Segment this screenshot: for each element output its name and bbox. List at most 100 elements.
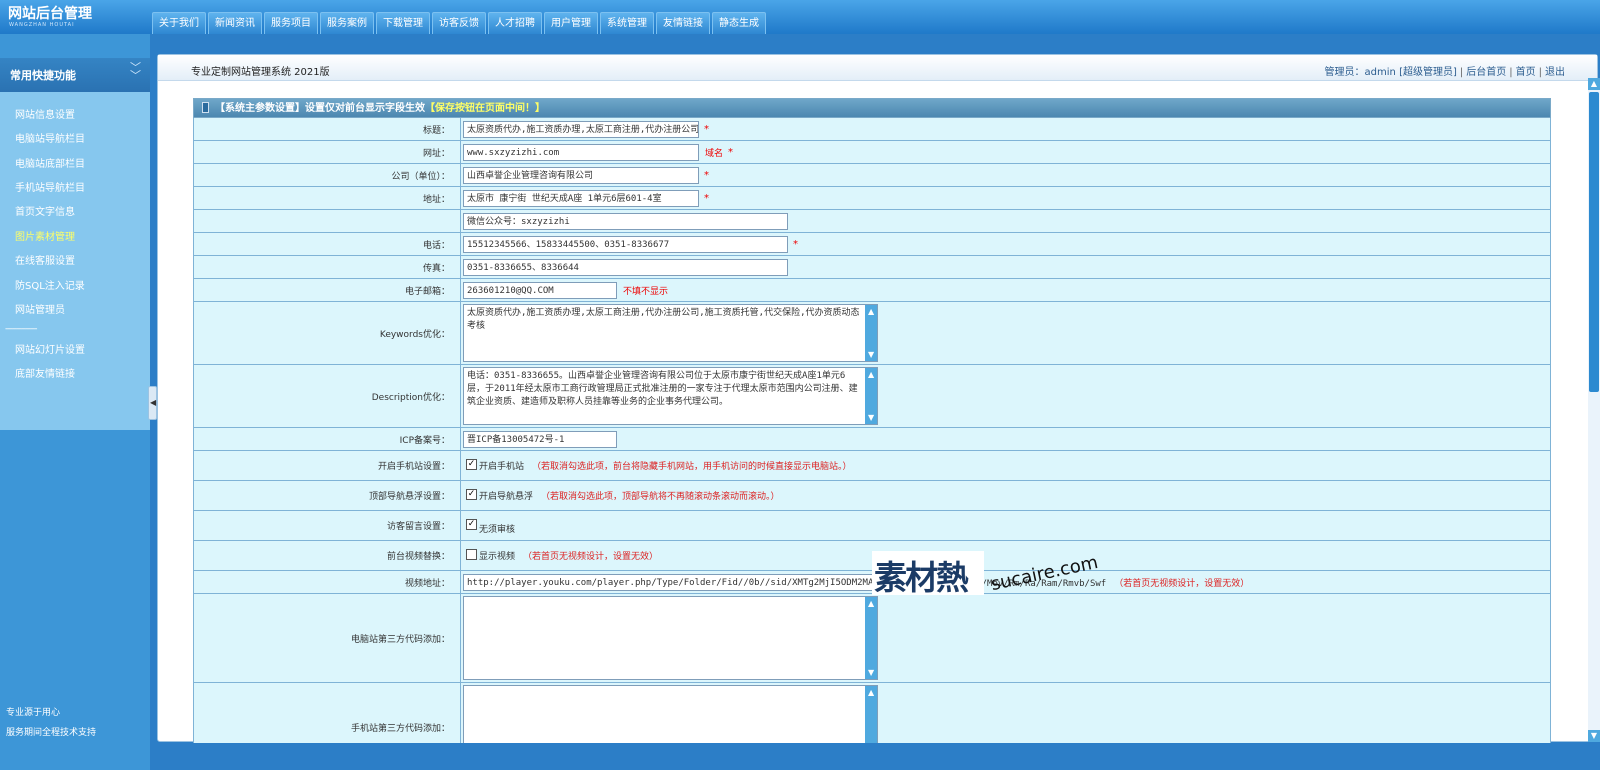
guestbook-checkbox[interactable]: ✓ <box>466 519 477 530</box>
sidebar-menu: 网站信息设置 电脑站导航栏目 电脑站底部栏目 手机站导航栏目 首页文字信息 图片… <box>0 92 150 430</box>
scroll-up-icon[interactable]: ▲ <box>1588 78 1600 90</box>
row-keywords: Keywords优化： 太原资质代办,施工资质办理,太原工商注册,代办注册公司,… <box>194 302 1550 365</box>
system-title: 专业定制网站管理系统 2021版 <box>191 67 330 78</box>
description-textarea[interactable]: 电话：0351-8336655。山西卓誉企业管理咨询有限公司位于太原市康宁街世纪… <box>464 368 865 424</box>
url-hint: 域名 <box>705 148 724 159</box>
scroll-down-icon[interactable]: ▼ <box>868 413 874 422</box>
required-mark: * <box>793 238 798 250</box>
sidebar-header[interactable]: 常用快捷功能 ﹀ ﹀ <box>0 58 150 92</box>
watermark-en: sucaire.com <box>989 551 1100 596</box>
mobile-code-textarea[interactable] <box>464 686 865 743</box>
video-url-hint: （若首页无视频设计，设置无效） <box>1114 578 1250 589</box>
address-input[interactable]: 太原市 康宁街 世纪天成A座 1单元6层601-4室 <box>463 189 699 207</box>
page-scrollbar[interactable]: ▲ ▼ <box>1588 78 1600 742</box>
video-url-input[interactable]: http://player.youku.com/player.php/Type/… <box>463 573 873 591</box>
sidebar-item-pc-nav[interactable]: 电脑站导航栏目 <box>15 130 85 145</box>
row-mobile-site: 开启手机站设置： ✓ 开启手机站 （若取消勾选此项，前台将隐藏手机网站，用手机访… <box>194 451 1550 481</box>
link-admin-home[interactable]: 后台首页 <box>1466 67 1506 78</box>
sidebar-item-images[interactable]: 图片素材管理 <box>15 228 75 243</box>
sidebar-item-online-service[interactable]: 在线客服设置 <box>15 252 75 267</box>
nav-system[interactable]: 系统管理 <box>600 12 654 34</box>
scrollbar-thumb[interactable] <box>1589 92 1599 392</box>
required-mark: * <box>704 169 709 181</box>
email-input[interactable]: 263601210@QQ.COM <box>463 281 617 299</box>
fax-input[interactable]: 0351-8336655、8336644 <box>463 258 788 276</box>
label-email: 电子邮箱： <box>194 279 461 301</box>
label-video-url: 视频地址： <box>194 571 461 593</box>
row-email: 电子邮箱： 263601210@QQ.COM 不填不显示 <box>194 279 1550 302</box>
scroll-up-icon[interactable]: ▲ <box>868 307 874 316</box>
scroll-down-icon[interactable]: ▼ <box>1588 730 1600 742</box>
mobile-site-hint: （若取消勾选此项，前台将隐藏手机网站，用手机访问的时候直接显示电脑站。） <box>532 462 852 472</box>
url-input[interactable]: www.sxzyzizhi.com <box>463 143 699 161</box>
float-nav-hint: （若取消勾选此项，顶部导航将不再随滚动条滚动而滚动。） <box>541 492 780 502</box>
main-panel: 专业定制网站管理系统 2021版 管理员：admin [超级管理员] | 后台首页 |… <box>157 54 1598 743</box>
settings-form: 【系统主参数设置】设置仅对前台显示字段生效【保存按钮在页面中间！】 标题： 太原… <box>193 98 1551 743</box>
nav-cases[interactable]: 服务案例 <box>320 12 374 34</box>
admin-name: admin <box>1364 67 1396 78</box>
caret-left-icon: ◀ <box>150 398 157 407</box>
textarea-scrollbar[interactable]: ▲ ▼ <box>865 597 877 679</box>
pc-code-textarea[interactable] <box>464 597 865 679</box>
nav-links[interactable]: 友情链接 <box>656 12 710 34</box>
nav-users[interactable]: 用户管理 <box>544 12 598 34</box>
nav-news[interactable]: 新闻资讯 <box>208 12 262 34</box>
link-home[interactable]: 首页 <box>1516 67 1536 78</box>
row-mobile-code: 手机站第三方代码添加： ▲ <box>194 683 1550 743</box>
scroll-down-icon[interactable]: ▼ <box>868 350 874 359</box>
title-input[interactable]: 太原资质代办,施工资质办理,太原工商注册,代办注册公司 <box>463 120 699 138</box>
label-wechat <box>194 210 461 232</box>
textarea-scrollbar[interactable]: ▲ ▼ <box>865 368 877 424</box>
company-input[interactable]: 山西卓誉企业管理咨询有限公司 <box>463 166 699 184</box>
icp-input[interactable]: 晋ICP备13005472号-1 <box>463 430 617 448</box>
double-chevron-down-icon[interactable]: ﹀ ﹀ <box>130 62 141 81</box>
link-logout[interactable]: 退出 <box>1545 67 1565 78</box>
sidebar-item-site-info[interactable]: 网站信息设置 <box>15 106 75 121</box>
nav-about[interactable]: 关于我们 <box>152 12 206 34</box>
sidebar-title: 常用快捷功能 <box>10 69 76 82</box>
sidebar-item-footer-links[interactable]: 底部友情链接 <box>15 365 75 380</box>
logo-subtitle: WANGZHAN HOUTAI <box>9 22 75 28</box>
label-address: 地址： <box>194 187 461 209</box>
label-keywords: Keywords优化： <box>194 302 461 364</box>
label-guestbook: 访客留言设置： <box>194 511 461 540</box>
logo: 网站后台管理 WANGZHAN HOUTAI <box>0 0 150 34</box>
scroll-up-icon[interactable]: ▲ <box>868 370 874 379</box>
scroll-down-icon[interactable]: ▼ <box>868 668 874 677</box>
guestbook-check-label: 无须审核 <box>479 525 516 535</box>
float-nav-check-label: 开启导航悬浮 <box>479 492 534 502</box>
sidebar-collapse-toggle[interactable]: ◀ <box>148 386 157 420</box>
video-swap-checkbox[interactable] <box>466 549 477 560</box>
textarea-scrollbar[interactable]: ▲ <box>865 686 877 743</box>
keywords-textarea[interactable]: 太原资质代办,施工资质办理,太原工商注册,代办注册公司,施工资质托管,代交保险,… <box>464 305 865 361</box>
label-company: 公司（单位）： <box>194 164 461 186</box>
sidebar-item-mobile-nav[interactable]: 手机站导航栏目 <box>15 179 85 194</box>
sidebar-item-pc-footer[interactable]: 电脑站底部栏目 <box>15 155 85 170</box>
textarea-scrollbar[interactable]: ▲ ▼ <box>865 305 877 361</box>
watermark-cn: 素材熱 <box>874 558 969 597</box>
required-mark: * <box>704 123 709 135</box>
sidebar-separator: -------------- <box>5 324 37 334</box>
nav-downloads[interactable]: 下载管理 <box>376 12 430 34</box>
nav-jobs[interactable]: 人才招聘 <box>488 12 542 34</box>
float-nav-checkbox[interactable]: ✓ <box>466 489 477 500</box>
label-title: 标题： <box>194 118 461 140</box>
phone-input[interactable]: 15512345566、15833445500、0351-8336677 <box>463 235 788 253</box>
admin-info: 管理员：admin [超级管理员] | 后台首页 | 首页 | 退出 <box>1324 67 1565 78</box>
mobile-site-checkbox[interactable]: ✓ <box>466 459 477 470</box>
scroll-up-icon[interactable]: ▲ <box>868 688 874 697</box>
sidebar-item-slides[interactable]: 网站幻灯片设置 <box>15 341 85 356</box>
sidebar-item-sql-log[interactable]: 防SQL注入记录 <box>15 277 85 292</box>
sidebar-item-home-text[interactable]: 首页文字信息 <box>15 203 75 218</box>
nav-services[interactable]: 服务项目 <box>264 12 318 34</box>
sidebar-item-admins[interactable]: 网站管理员 <box>15 301 65 316</box>
nav-feedback[interactable]: 访客反馈 <box>432 12 486 34</box>
label-url: 网址： <box>194 141 461 163</box>
wechat-input[interactable]: 微信公众号：sxzyzizhi <box>463 212 788 230</box>
panel-header: 专业定制网站管理系统 2021版 管理员：admin [超级管理员] | 后台首页 |… <box>158 55 1597 81</box>
document-icon <box>202 102 209 113</box>
mobile-site-check-label: 开启手机站 <box>479 462 525 472</box>
label-float-nav: 顶部导航悬浮设置： <box>194 481 461 510</box>
nav-static[interactable]: 静态生成 <box>712 12 766 34</box>
main-nav: 关于我们 新闻资讯 服务项目 服务案例 下载管理 访客反馈 人才招聘 用户管理 … <box>152 12 768 34</box>
